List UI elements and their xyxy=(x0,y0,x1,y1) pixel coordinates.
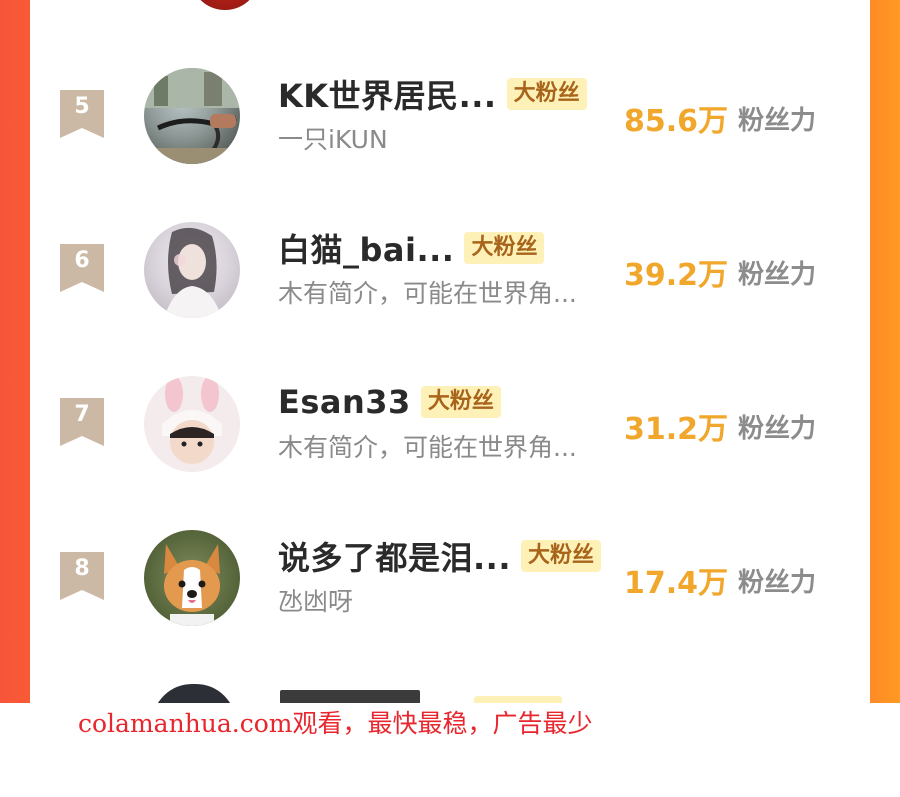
avatar[interactable] xyxy=(190,0,260,10)
avatar[interactable] xyxy=(144,530,240,626)
fan-power-label: 粉丝力 xyxy=(738,568,817,598)
user-bio: 氹凼呀 xyxy=(278,587,354,616)
user-bio: 一只iKUN xyxy=(278,125,388,154)
user-name-line: 说多了都是泪... 大粉丝 xyxy=(278,534,601,578)
fan-level-badge: 大粉丝 xyxy=(420,386,501,418)
rank-badge: 5 xyxy=(60,90,104,138)
user-bio: 木有简介，可能在世界角... xyxy=(278,279,577,308)
avatar-image xyxy=(164,227,222,318)
avatar-image xyxy=(144,68,240,164)
ranking-list: 5 KK世界居民... 大粉丝 一只iKUN 85.6万 粉丝力 6 白猫_ba… xyxy=(30,0,870,703)
user-name-line: Esan33 大粉丝 xyxy=(278,380,501,424)
rank-number: 8 xyxy=(74,556,90,581)
ranking-frame: 5 KK世界居民... 大粉丝 一只iKUN 85.6万 粉丝力 6 白猫_ba… xyxy=(0,0,900,703)
fan-power-value: 39.2万 xyxy=(623,258,728,293)
list-item-partial[interactable] xyxy=(30,684,870,703)
fan-power-value: 17.4万 xyxy=(623,566,728,601)
fan-power-label: 粉丝力 xyxy=(738,414,817,444)
rank-number: 5 xyxy=(74,94,90,119)
list-item[interactable]: 7 Esan33 大粉丝 木有简介，可能在世界角... 31.2万 粉丝力 xyxy=(30,360,870,490)
user-name[interactable]: Esan33 xyxy=(278,383,411,421)
list-item[interactable]: 6 白猫_bai... 大粉丝 木有简介，可能在世界角... 39.2万 粉丝力 xyxy=(30,206,870,336)
rank-number: 7 xyxy=(74,402,90,427)
fan-level-badge: 大粉丝 xyxy=(506,78,587,110)
fan-level-badge: 大粉丝 xyxy=(520,540,601,572)
rank-number: 6 xyxy=(74,248,90,273)
avatar[interactable] xyxy=(152,684,236,703)
list-item[interactable]: 8 说多了都是泪... 大粉丝 氹凼呀 17.4万 粉丝力 xyxy=(30,514,870,644)
watermark-text: colamanhua.com观看，最快最稳，广告最少 xyxy=(78,709,593,738)
fan-power-value: 85.6万 xyxy=(623,104,728,139)
fan-power-value: 31.2万 xyxy=(623,412,728,447)
user-name[interactable]: 说多了都是泪... xyxy=(278,533,511,579)
user-bio: 木有简介，可能在世界角... xyxy=(278,433,577,462)
user-name[interactable]: KK世界居民... xyxy=(278,71,497,117)
fan-level-badge: 大粉丝 xyxy=(464,232,545,264)
rank-badge: 6 xyxy=(60,244,104,292)
user-name-line: KK世界居民... 大粉丝 xyxy=(278,72,587,116)
avatar-image xyxy=(162,376,222,464)
avatar[interactable] xyxy=(144,376,240,472)
fan-level-badge xyxy=(474,696,562,703)
avatar[interactable] xyxy=(144,68,240,164)
rank-badge: 8 xyxy=(60,552,104,600)
list-item[interactable]: 5 KK世界居民... 大粉丝 一只iKUN 85.6万 粉丝力 xyxy=(30,52,870,182)
rank-badge: 7 xyxy=(60,398,104,446)
avatar[interactable] xyxy=(144,222,240,318)
avatar-image xyxy=(164,544,220,626)
user-name xyxy=(280,690,420,703)
user-name[interactable]: 白猫_bai... xyxy=(278,225,454,271)
user-name-line: 白猫_bai... 大粉丝 xyxy=(278,225,545,271)
fan-power-label: 粉丝力 xyxy=(738,260,817,290)
fan-power-label: 粉丝力 xyxy=(738,106,817,136)
